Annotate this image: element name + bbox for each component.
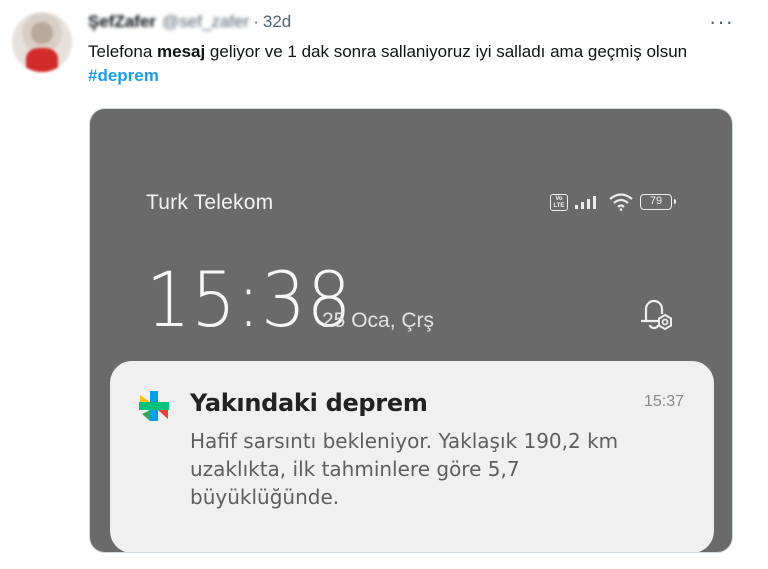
wifi-icon	[609, 193, 633, 211]
earthquake-notification-card[interactable]: Yakındaki deprem 15:37 Hafif sarsıntı be…	[110, 361, 714, 552]
avatar[interactable]	[12, 12, 72, 72]
notification-body: Hafif sarsıntı bekleniyor. Yaklaşık 190,…	[190, 429, 619, 509]
tweet-text: Telefona mesaj geliyor ve 1 dak sonra sa…	[88, 40, 718, 88]
tweet-time[interactable]: 32d	[263, 12, 291, 32]
signal-icon	[575, 196, 596, 209]
tweet-media-image[interactable]: Turk Telekom Vo LTE 79 15:38 25 Oca, Çrş	[89, 108, 733, 553]
tweet-text-part2: geliyor ve 1 dak sonra sallaniyoruz iyi …	[205, 42, 688, 61]
separator-dot: ·	[253, 12, 259, 31]
user-handle[interactable]: @sef_zafer	[162, 12, 249, 32]
notification-time: 15:37	[643, 393, 684, 410]
tweet-text-bold: mesaj	[157, 42, 206, 61]
battery-icon: 79	[640, 194, 676, 210]
tweet-text-part1: Telefona	[88, 42, 157, 61]
google-play-services-icon	[139, 391, 169, 421]
display-name[interactable]: ŞefZafer	[88, 12, 156, 32]
tweet-header: ŞefZafer @sef_zafer · 32d	[88, 10, 291, 34]
notification-title: Yakındaki deprem	[190, 389, 428, 417]
carrier-name: Turk Telekom	[146, 191, 274, 214]
lockscreen-date: 25 Oca, Çrş	[322, 309, 435, 332]
more-horizontal-icon[interactable]: ···	[709, 11, 734, 33]
hashtag-link[interactable]: #deprem	[88, 66, 159, 85]
status-bar-icons: Vo LTE 79	[550, 193, 676, 211]
volte-icon: Vo LTE	[550, 193, 568, 211]
notification-settings-icon	[641, 299, 672, 331]
